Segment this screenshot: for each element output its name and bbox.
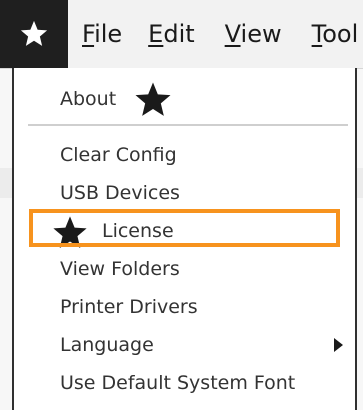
- menu-view-label: iew: [240, 20, 282, 48]
- menu-item-about-label: About: [60, 88, 117, 110]
- app-dropdown-menu: About Clear Config USB Devices License V…: [12, 68, 357, 410]
- menu-separator: [28, 124, 348, 126]
- menu-tool-label: ool: [322, 20, 359, 48]
- menu-item-language-label: Language: [60, 334, 154, 356]
- menu-tool-accelerator: T: [311, 20, 323, 48]
- app-menu-button[interactable]: [0, 0, 68, 68]
- menu-view-accelerator: V: [224, 20, 241, 48]
- menu-item-view-folders-label: View Folders: [60, 258, 180, 280]
- menu-edit[interactable]: Edit: [148, 0, 194, 68]
- menu-file-accelerator: F: [82, 20, 95, 48]
- menu-edit-accelerator: E: [148, 20, 164, 48]
- highlight-box: [29, 209, 340, 247]
- menu-edit-label: dit: [163, 20, 195, 48]
- menu-bar: File Edit View Tool: [0, 0, 363, 69]
- menu-tool[interactable]: Tool: [312, 0, 359, 68]
- menu-item-usb-devices-label: USB Devices: [60, 182, 180, 204]
- menu-file-label: ile: [94, 20, 123, 48]
- star-icon: [20, 20, 48, 46]
- star-icon: [135, 82, 171, 116]
- menu-item-printer-drivers-label: Printer Drivers: [60, 296, 198, 318]
- submenu-arrow-icon: [334, 338, 343, 352]
- menu-item-clear-config-label: Clear Config: [60, 144, 177, 166]
- menu-item-use-default-system-font-label: Use Default System Font: [60, 372, 296, 394]
- menu-file[interactable]: File: [82, 0, 122, 68]
- menu-view[interactable]: View: [225, 0, 282, 68]
